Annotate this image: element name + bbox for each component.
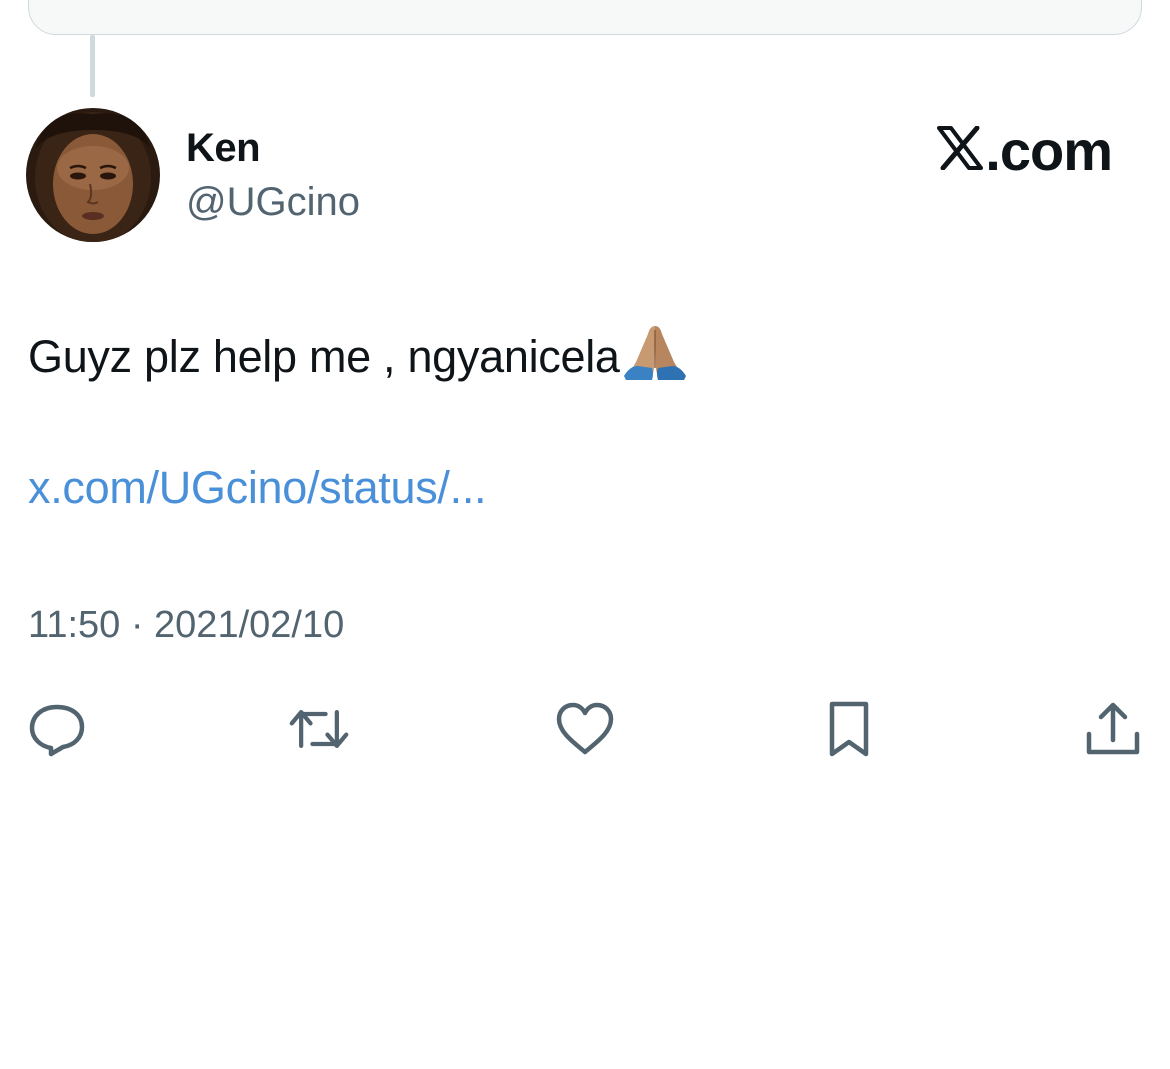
tweet-screenshot: Ken @UGcino .com Guyz plz help me , ngya… [0,0,1170,1069]
tweet-body: Guyz plz help me , ngyanicela [28,322,688,391]
tweet-text: Guyz plz help me , ngyanicela [28,331,620,382]
x-logo-icon [937,118,984,183]
repost-button[interactable] [288,698,350,760]
author-display-name[interactable]: Ken [186,126,261,171]
share-icon [1086,702,1140,755]
share-button[interactable] [1082,698,1144,760]
tweet-timestamp[interactable]: 11:50 · 2021/02/10 [28,604,344,647]
reply-button[interactable] [26,698,88,760]
reply-icon [29,704,85,757]
avatar-photo-icon [26,108,160,242]
quoted-tweet-card[interactable] [28,0,1142,35]
folded-hands-emoji-icon [622,322,688,391]
bookmark-button[interactable] [818,698,880,760]
heart-icon [556,702,614,755]
tweet-status-link[interactable]: x.com/UGcino/status/... [28,462,487,514]
thread-connector-line [90,35,95,97]
bookmark-icon [829,701,869,757]
avatar[interactable] [26,108,160,242]
brand-label: .com [985,119,1113,182]
author-handle[interactable]: @UGcino [186,180,360,225]
x-brand-logo: .com [937,118,1113,183]
repost-icon [289,709,349,749]
like-button[interactable] [554,698,616,760]
